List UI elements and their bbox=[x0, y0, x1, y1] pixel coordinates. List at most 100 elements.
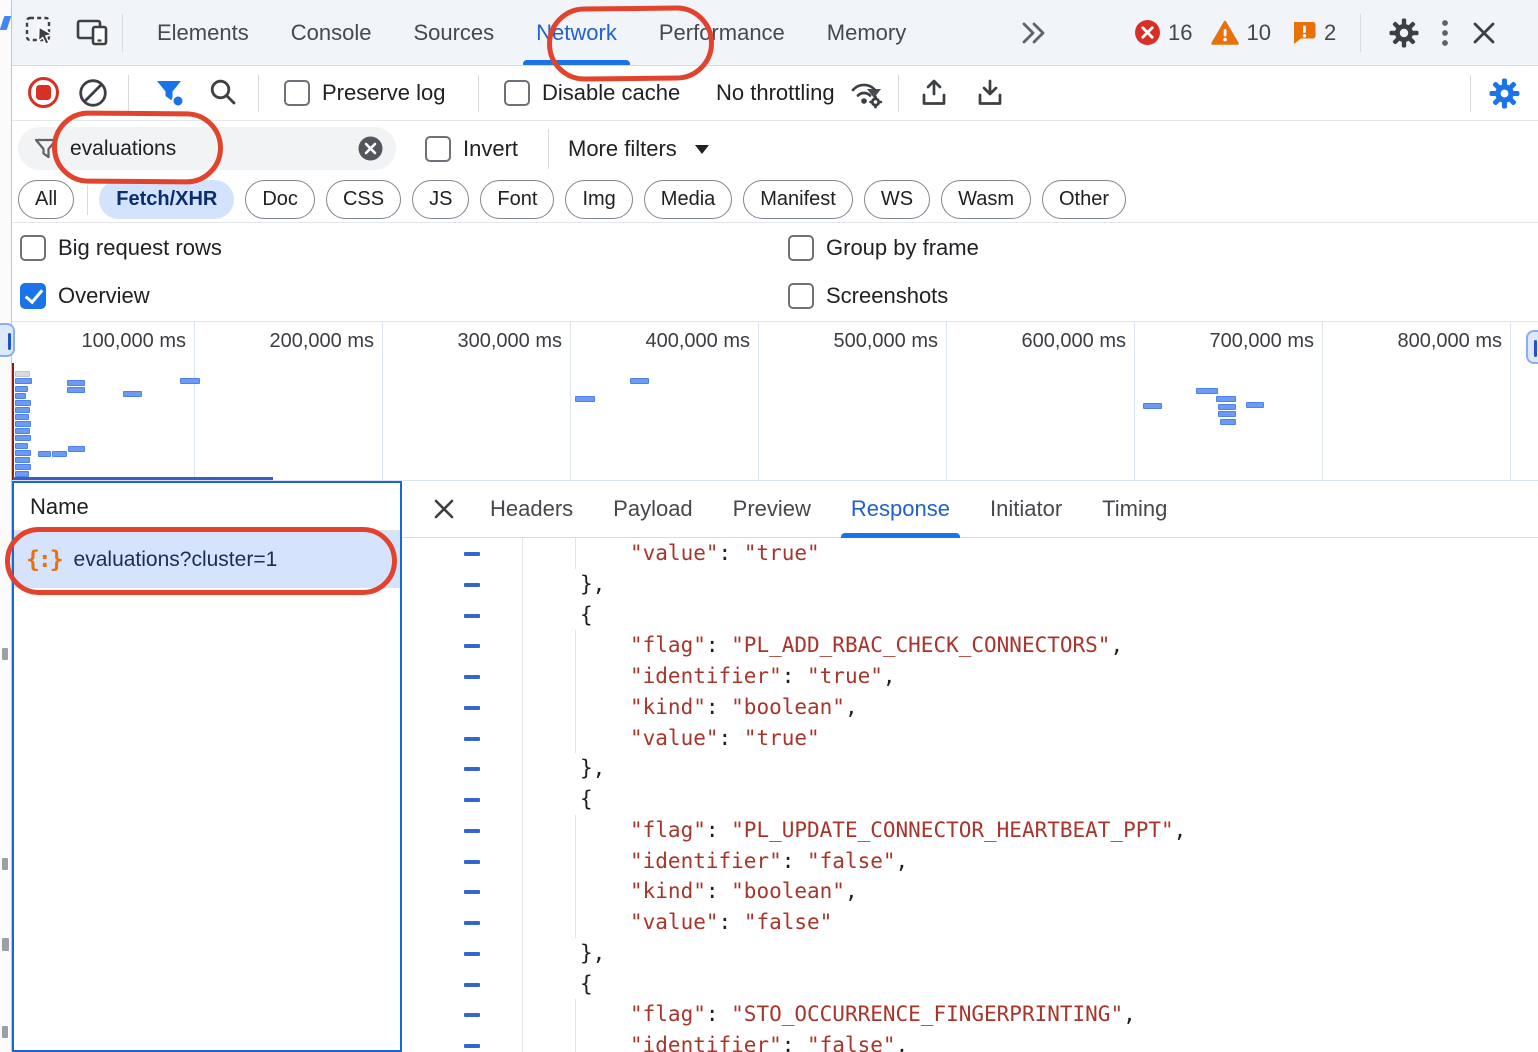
detail-tab-payload[interactable]: Payload bbox=[593, 481, 713, 538]
detail-tab-initiator[interactable]: Initiator bbox=[970, 481, 1082, 538]
fold-marker-icon[interactable] bbox=[464, 552, 480, 556]
json-brace: { bbox=[580, 969, 593, 1000]
fold-marker-icon[interactable] bbox=[464, 1013, 480, 1017]
filter-chip-js[interactable]: JS bbox=[412, 180, 469, 219]
tab-memory[interactable]: Memory bbox=[806, 0, 927, 65]
big-request-rows-checkbox[interactable] bbox=[20, 235, 46, 261]
json-string-value: "STO_OCCURRENCE_FINGERPRINTING" bbox=[731, 1002, 1123, 1026]
disable-cache-checkbox[interactable] bbox=[504, 80, 530, 106]
search-icon[interactable] bbox=[208, 77, 238, 107]
filter-chip-img[interactable]: Img bbox=[565, 180, 632, 219]
json-property: "kind": "boolean", bbox=[630, 692, 858, 723]
chevron-down-icon bbox=[695, 145, 709, 154]
indent-guide bbox=[575, 907, 576, 938]
devtools-tab-bar: ElementsConsoleSourcesNetworkPerformance… bbox=[12, 0, 1538, 66]
network-overview-timeline[interactable]: 100,000 ms200,000 ms300,000 ms400,000 ms… bbox=[12, 322, 1538, 481]
error-count[interactable]: 16 bbox=[1168, 20, 1192, 46]
fold-marker-icon[interactable] bbox=[464, 737, 480, 741]
filter-chip-doc[interactable]: Doc bbox=[245, 180, 315, 219]
json-punctuation: : bbox=[782, 849, 807, 873]
fold-marker-icon[interactable] bbox=[464, 829, 480, 833]
filter-chip-ws[interactable]: WS bbox=[864, 180, 930, 219]
close-devtools-icon[interactable] bbox=[1470, 19, 1498, 47]
annotation-circle-network-tab bbox=[547, 5, 715, 82]
overview-request-bar bbox=[52, 451, 67, 457]
network-options: Big request rows Group by frame Overview… bbox=[12, 223, 1538, 322]
fold-marker-icon[interactable] bbox=[464, 1044, 480, 1048]
filter-chip-media[interactable]: Media bbox=[644, 180, 732, 219]
fold-marker-icon[interactable] bbox=[464, 890, 480, 894]
overview-request-bar bbox=[15, 378, 32, 384]
response-line: }, bbox=[402, 753, 1538, 784]
more-panels-icon[interactable] bbox=[1020, 20, 1050, 46]
fold-marker-icon[interactable] bbox=[464, 952, 480, 956]
response-line: }, bbox=[402, 938, 1538, 969]
fold-marker-icon[interactable] bbox=[464, 614, 480, 618]
error-icon[interactable] bbox=[1134, 19, 1161, 46]
issues-icon[interactable] bbox=[1290, 19, 1317, 46]
filter-chip-other[interactable]: Other bbox=[1042, 180, 1126, 219]
clear-network-log-icon[interactable] bbox=[78, 78, 108, 108]
import-har-icon[interactable] bbox=[918, 78, 950, 108]
fold-marker-icon[interactable] bbox=[464, 644, 480, 648]
overview-checkbox[interactable] bbox=[20, 283, 46, 309]
invert-checkbox[interactable] bbox=[425, 136, 451, 162]
json-string-value: "false" bbox=[807, 1033, 896, 1052]
filter-chip-manifest[interactable]: Manifest bbox=[743, 180, 853, 219]
filter-chip-wasm[interactable]: Wasm bbox=[941, 180, 1031, 219]
fold-marker-icon[interactable] bbox=[464, 583, 480, 587]
filter-chip-css[interactable]: CSS bbox=[326, 180, 401, 219]
preserve-log-checkbox[interactable] bbox=[284, 80, 310, 106]
tab-sources[interactable]: Sources bbox=[392, 0, 515, 65]
detail-tab-response[interactable]: Response bbox=[831, 481, 970, 538]
detail-tab-headers[interactable]: Headers bbox=[470, 481, 593, 538]
timeline-gridline bbox=[382, 322, 383, 480]
fold-marker-icon[interactable] bbox=[464, 706, 480, 710]
filter-chip-all[interactable]: All bbox=[18, 180, 74, 219]
filter-icon[interactable] bbox=[154, 78, 188, 110]
divider bbox=[1360, 14, 1361, 52]
json-string-value: "boolean" bbox=[731, 695, 845, 719]
settings-gear-icon[interactable] bbox=[1388, 17, 1420, 49]
detail-tab-timing[interactable]: Timing bbox=[1082, 481, 1187, 538]
name-column-header[interactable]: Name bbox=[14, 483, 400, 531]
export-har-icon[interactable] bbox=[974, 78, 1006, 108]
overview-window-left-handle[interactable] bbox=[0, 323, 15, 357]
network-conditions-icon[interactable] bbox=[848, 78, 886, 110]
tab-console[interactable]: Console bbox=[270, 0, 393, 65]
device-toolbar-icon[interactable] bbox=[74, 15, 110, 49]
overview-window-right-handle[interactable] bbox=[1526, 330, 1538, 364]
fold-marker-icon[interactable] bbox=[464, 767, 480, 771]
screenshots-checkbox[interactable] bbox=[788, 283, 814, 309]
overview-control: Overview bbox=[20, 283, 150, 309]
warning-icon[interactable] bbox=[1211, 20, 1239, 46]
issues-count[interactable]: 2 bbox=[1324, 20, 1336, 46]
fold-marker-icon[interactable] bbox=[464, 921, 480, 925]
json-string-value: "true" bbox=[807, 664, 883, 688]
filter-chip-fetch-xhr[interactable]: Fetch/XHR bbox=[99, 180, 234, 219]
warning-count[interactable]: 10 bbox=[1246, 20, 1270, 46]
close-detail-icon[interactable] bbox=[432, 497, 456, 521]
page-edge-fragment bbox=[2, 938, 9, 951]
overview-request-bar bbox=[1196, 388, 1218, 394]
inspect-element-icon[interactable] bbox=[24, 15, 58, 49]
filter-chip-font[interactable]: Font bbox=[480, 180, 554, 219]
fold-marker-icon[interactable] bbox=[464, 798, 480, 802]
group-by-frame-checkbox[interactable] bbox=[788, 235, 814, 261]
page-edge-fragment bbox=[2, 858, 8, 870]
overview-request-bar bbox=[1218, 411, 1236, 417]
more-filters-dropdown[interactable]: More filters bbox=[568, 136, 709, 162]
network-settings-gear-icon[interactable] bbox=[1488, 77, 1521, 110]
response-body-viewer[interactable]: "value": "true"},{"flag": "PL_ADD_RBAC_C… bbox=[402, 538, 1538, 1052]
tab-elements[interactable]: Elements bbox=[136, 0, 270, 65]
fold-marker-icon[interactable] bbox=[464, 675, 480, 679]
fold-marker-icon[interactable] bbox=[464, 860, 480, 864]
more-options-icon[interactable] bbox=[1440, 18, 1450, 48]
detail-tab-preview[interactable]: Preview bbox=[713, 481, 831, 538]
record-network-log-button[interactable] bbox=[28, 77, 59, 108]
fold-marker-icon[interactable] bbox=[464, 983, 480, 987]
clear-filter-icon[interactable] bbox=[357, 135, 384, 162]
devtools-window: ElementsConsoleSourcesNetworkPerformance… bbox=[12, 0, 1538, 1052]
divider bbox=[1470, 75, 1471, 112]
screenshots-control: Screenshots bbox=[788, 283, 948, 309]
